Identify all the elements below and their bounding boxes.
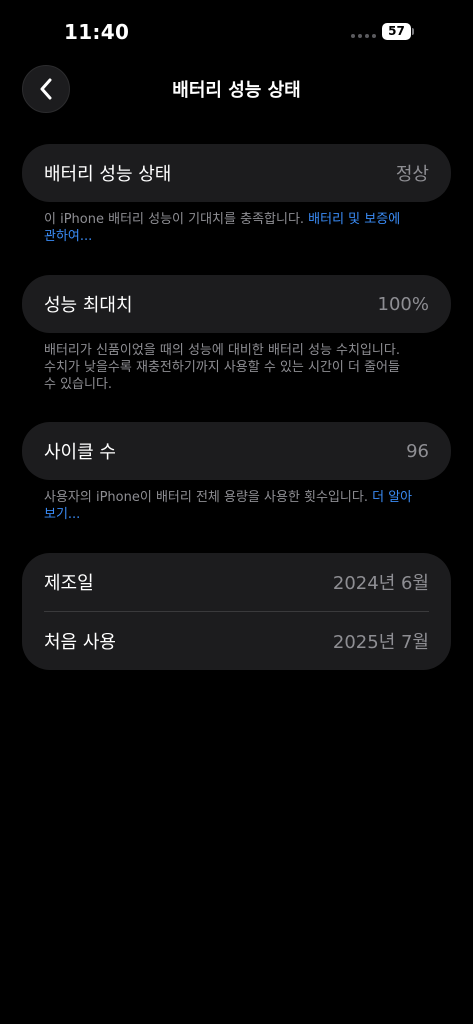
page-title: 배터리 성능 상태	[172, 80, 301, 101]
cellular-signal-icon	[351, 34, 376, 38]
cycle-count-row: 사이클 수 96	[22, 422, 451, 480]
status-time: 11:40	[64, 20, 130, 44]
cycle-count-card: 사이클 수 96	[22, 422, 451, 480]
battery-icon: 57	[382, 23, 414, 40]
maximum-capacity-footnote-text: 배터리가 신품이었을 때의 성능에 대비한 배터리 성능 수치입니다. 수치가 …	[44, 343, 400, 392]
manufacture-date-label: 제조일	[44, 573, 94, 594]
cycle-count-footnote-text: 사용자의 iPhone이 배터리 전체 용량을 사용한 횟수입니다.	[44, 490, 373, 505]
battery-health-card: 배터리 성능 상태 정상	[22, 144, 451, 202]
battery-health-value: 정상	[395, 164, 429, 185]
battery-health-footnote: 이 iPhone 배터리 성능이 기대치를 충족합니다. 배터리 및 보증에 관…	[44, 211, 416, 245]
maximum-capacity-card: 성능 최대치 100%	[22, 275, 451, 333]
cycle-count-value: 96	[406, 440, 429, 462]
cycle-count-footnote: 사용자의 iPhone이 배터리 전체 용량을 사용한 횟수입니다. 더 알아보…	[44, 489, 416, 523]
battery-health-footnote-text: 이 iPhone 배터리 성능이 기대치를 충족합니다.	[44, 212, 309, 227]
maximum-capacity-row: 성능 최대치 100%	[22, 275, 451, 333]
first-use-row: 처음 사용 2025년 7월	[22, 612, 451, 670]
cycle-count-label: 사이클 수	[44, 442, 116, 463]
manufacture-date-row: 제조일 2024년 6월	[22, 553, 451, 611]
maximum-capacity-value: 100%	[377, 293, 429, 315]
first-use-value: 2025년 7월	[332, 632, 429, 653]
first-use-label: 처음 사용	[44, 632, 116, 653]
battery-level: 57	[382, 23, 411, 40]
manufacture-date-value: 2024년 6월	[332, 573, 429, 594]
maximum-capacity-label: 성능 최대치	[44, 295, 133, 316]
battery-health-row: 배터리 성능 상태 정상	[22, 144, 451, 202]
maximum-capacity-footnote: 배터리가 신품이었을 때의 성능에 대비한 배터리 성능 수치입니다. 수치가 …	[44, 342, 416, 393]
dates-card: 제조일 2024년 6월 처음 사용 2025년 7월	[22, 553, 451, 670]
battery-health-label: 배터리 성능 상태	[44, 164, 172, 185]
nav-bar: 배터리 성능 상태	[0, 64, 473, 114]
status-bar: 11:40 57	[0, 0, 473, 60]
